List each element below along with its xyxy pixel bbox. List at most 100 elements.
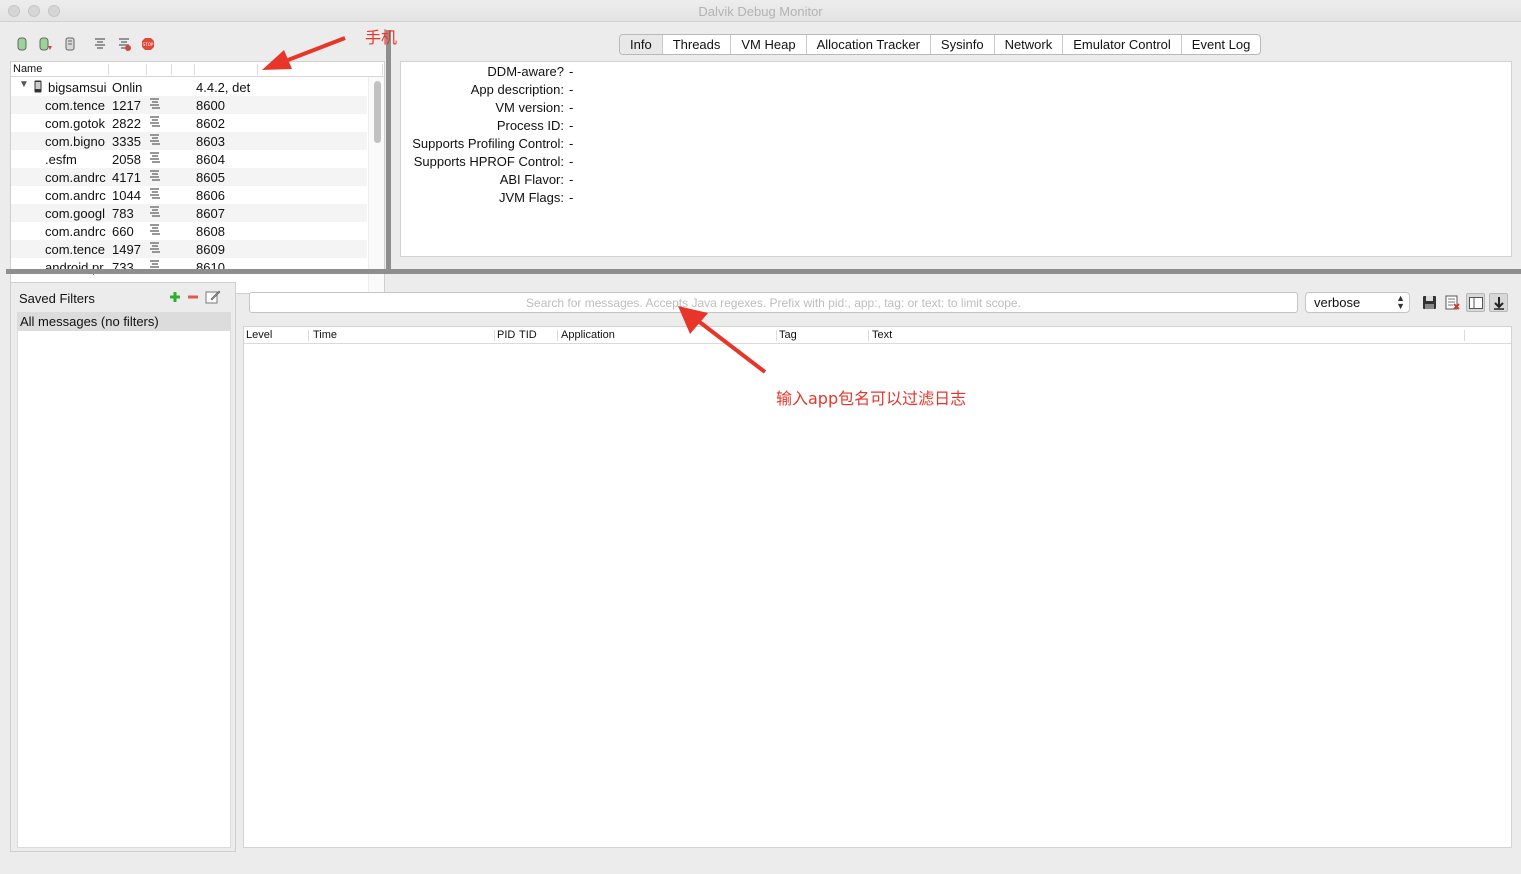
expand-triangle-icon[interactable]: ▼: [19, 79, 29, 90]
process-row[interactable]: com.andrc 4171 8605: [11, 168, 367, 186]
thread-updates-icon: [148, 241, 162, 258]
log-toolbar: [1420, 293, 1508, 312]
toggle-filters-icon[interactable]: [1466, 293, 1485, 312]
time-column-header[interactable]: Time: [313, 329, 337, 341]
log-table-header: Level Time PID TID Application Tag Text: [244, 327, 1511, 344]
tid-column-header[interactable]: TID: [519, 329, 537, 341]
log-search-input[interactable]: [249, 292, 1298, 313]
process-name: com.bigno: [45, 134, 105, 149]
process-row[interactable]: com.tence 1217 8600: [11, 96, 367, 114]
log-level-value: verbose: [1314, 295, 1361, 310]
vertical-splitter[interactable]: [386, 30, 391, 270]
process-pid: 1497: [112, 242, 141, 257]
info-label: App description:: [470, 82, 564, 97]
add-filter-icon[interactable]: [169, 291, 181, 306]
info-value: -: [569, 82, 574, 97]
info-label: DDM-aware?: [487, 64, 564, 79]
update-heap-icon[interactable]: [38, 36, 54, 52]
log-level-select[interactable]: verbose ▲ ▼: [1305, 292, 1410, 313]
horizontal-splitter[interactable]: [6, 269, 1521, 274]
info-value: -: [569, 190, 574, 205]
process-name: com.googl: [45, 206, 105, 221]
tag-column-header[interactable]: Tag: [779, 329, 797, 341]
annotation-filter-hint: 输入app包名可以过滤日志: [776, 389, 967, 408]
select-arrows-icon: ▲ ▼: [1396, 293, 1405, 311]
dump-hprof-icon[interactable]: [62, 36, 78, 52]
title-bar: Dalvik Debug Monitor: [0, 0, 1521, 22]
process-port: 8602: [196, 116, 225, 131]
process-name: com.gotok: [45, 116, 105, 131]
process-row[interactable]: com.bigno 3335 8603: [11, 132, 367, 150]
process-pid: 2822: [112, 116, 141, 131]
thread-updates-icon: [148, 133, 162, 150]
tab-allocation-tracker[interactable]: Allocation Tracker: [807, 35, 931, 54]
info-panel: DDM-aware? - App description: - VM version…: [400, 61, 1512, 257]
process-port: 8605: [196, 170, 225, 185]
process-name: com.andrc: [45, 188, 106, 203]
process-pid: 1217: [112, 98, 141, 113]
tab-info[interactable]: Info: [620, 35, 663, 54]
debug-process-icon[interactable]: [14, 36, 30, 52]
remove-filter-icon[interactable]: [187, 291, 199, 306]
thread-updates-icon: [148, 151, 162, 168]
update-threads-icon[interactable]: [92, 36, 108, 52]
info-label: Supports Profiling Control:: [412, 136, 564, 151]
process-port: 8603: [196, 134, 225, 149]
process-row[interactable]: com.gotok 2822 8602: [11, 114, 367, 132]
info-label: VM version:: [495, 100, 564, 115]
tab-emulator-control[interactable]: Emulator Control: [1063, 35, 1182, 54]
tab-event-log[interactable]: Event Log: [1182, 35, 1261, 54]
process-row[interactable]: com.andrc 1044 8606: [11, 186, 367, 204]
device-tree-header: Name: [11, 62, 384, 77]
tab-threads[interactable]: Threads: [663, 35, 732, 54]
info-value: -: [569, 100, 574, 115]
process-pid: 4171: [112, 170, 141, 185]
svg-text:STOP: STOP: [143, 42, 154, 47]
process-row[interactable]: com.andrc 660 8608: [11, 222, 367, 240]
info-row: JVM Flags: -: [401, 189, 1001, 207]
thread-updates-icon: [148, 223, 162, 240]
edit-filter-icon[interactable]: [205, 289, 221, 307]
info-label: ABI Flavor:: [499, 172, 564, 187]
scrollbar-thumb[interactable]: [374, 81, 381, 143]
clear-log-icon[interactable]: [1443, 293, 1462, 312]
tab-sysinfo[interactable]: Sysinfo: [931, 35, 995, 54]
devices-panel: STOP Name ▼ bigsamsui Onlin 4.4.2, det c…: [6, 30, 386, 294]
info-row: Process ID: -: [401, 117, 1001, 135]
info-label: Supports HPROF Control:: [413, 154, 564, 169]
process-port: 8600: [196, 98, 225, 113]
process-row[interactable]: com.tence 1497 8609: [11, 240, 367, 258]
filter-item-all-messages[interactable]: All messages (no filters): [18, 313, 230, 331]
device-tree: Name ▼ bigsamsui Onlin 4.4.2, det com.te…: [10, 61, 385, 294]
device-row[interactable]: ▼ bigsamsui Onlin 4.4.2, det: [11, 78, 367, 96]
process-row[interactable]: com.googl 783 8607: [11, 204, 367, 222]
saved-filters-panel: Saved Filters All messages (no filters): [10, 282, 236, 852]
device-status: Onlin: [112, 80, 143, 95]
stop-process-icon[interactable]: STOP: [140, 36, 156, 52]
pid-column-header[interactable]: PID: [497, 329, 515, 341]
info-value: -: [569, 64, 574, 79]
level-column-header[interactable]: Level: [246, 329, 272, 341]
info-value: -: [569, 136, 574, 151]
text-column-header[interactable]: Text: [872, 329, 892, 341]
info-row: App description: -: [401, 81, 1001, 99]
thread-updates-icon: [148, 97, 162, 114]
save-log-icon[interactable]: [1420, 293, 1439, 312]
info-value: -: [569, 172, 574, 187]
window-title: Dalvik Debug Monitor: [698, 4, 823, 19]
info-row: ABI Flavor: -: [401, 171, 1001, 189]
tab-vm-heap[interactable]: VM Heap: [731, 35, 807, 54]
process-row[interactable]: .esfm 2058 8604: [11, 150, 367, 168]
saved-filters-title: Saved Filters: [19, 291, 95, 306]
tab-network[interactable]: Network: [995, 35, 1064, 54]
name-column-header[interactable]: Name: [13, 63, 42, 75]
device-version: 4.4.2, det: [196, 80, 251, 95]
phone-icon: [34, 80, 42, 96]
method-profiling-icon[interactable]: [116, 36, 132, 52]
application-column-header[interactable]: Application: [561, 329, 615, 341]
tab-bar: Info Threads VM Heap Allocation Tracker …: [619, 34, 1262, 55]
scroll-lock-icon[interactable]: [1489, 293, 1508, 312]
device-tree-scrollbar[interactable]: [368, 77, 384, 293]
info-row: Supports HPROF Control: -: [401, 153, 1001, 171]
thread-updates-icon: [148, 187, 162, 204]
